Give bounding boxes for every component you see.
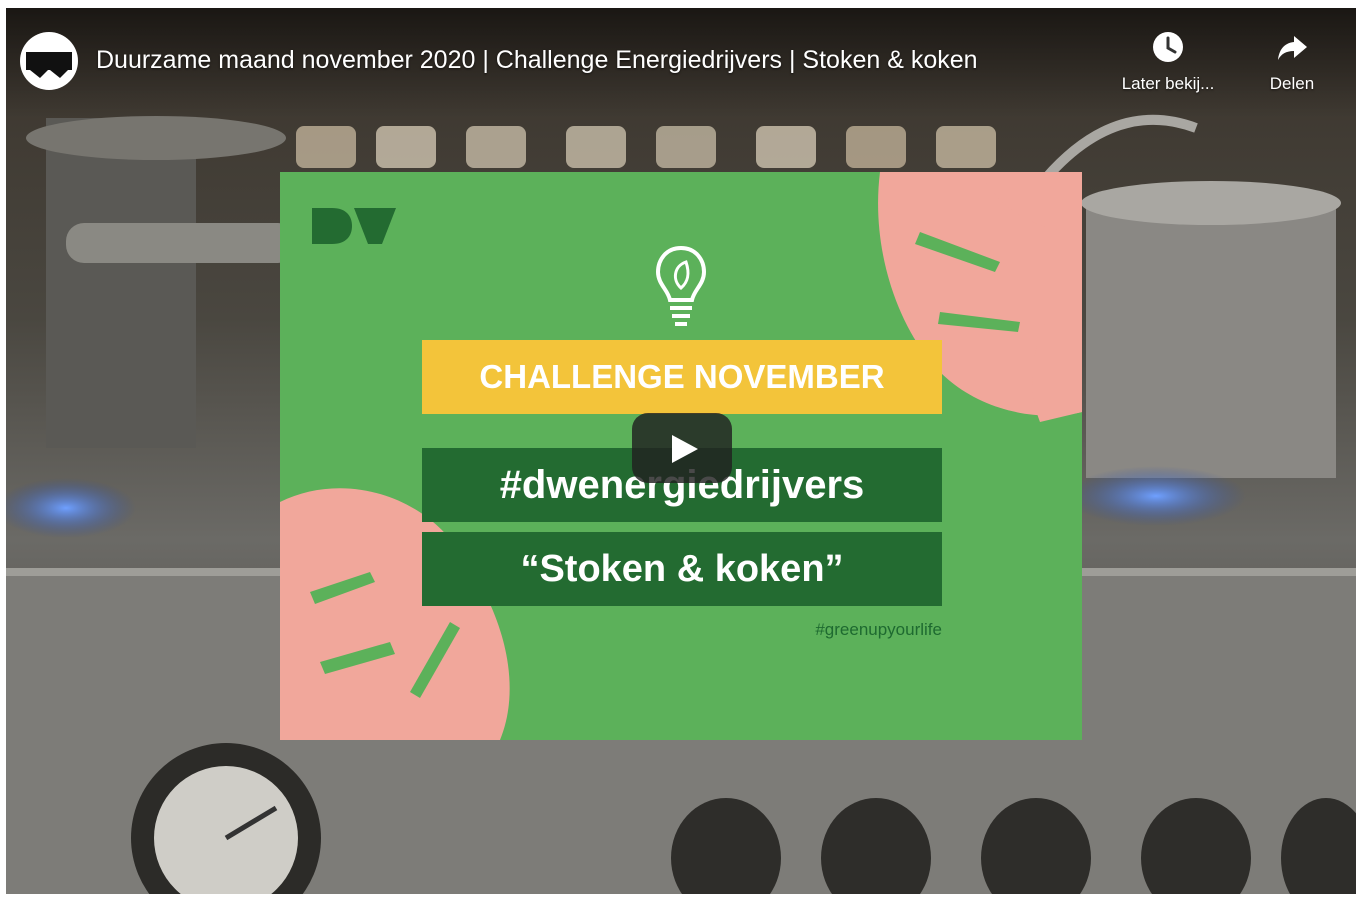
share-arrow-icon <box>1278 36 1307 60</box>
share-button[interactable]: Delen <box>1256 30 1328 94</box>
play-button[interactable] <box>632 413 732 483</box>
channel-avatar[interactable] <box>20 32 78 90</box>
challenge-banner: CHALLENGE NOVEMBER <box>422 340 942 414</box>
play-icon <box>672 435 698 463</box>
share-label: Delen <box>1269 74 1315 93</box>
subtitle-banner: “Stoken & koken” <box>422 532 942 606</box>
lightbulb-leaf-icon <box>655 245 707 326</box>
watch-later-label: Later bekij... <box>1121 74 1215 93</box>
video-title[interactable]: Duurzame maand november 2020 | Challenge… <box>96 46 978 75</box>
dw-logo-icon <box>312 208 396 244</box>
clock-icon <box>1153 32 1183 62</box>
video-player[interactable]: Duurzame maand november 2020 | Challenge… <box>6 8 1356 894</box>
secondary-hashtag: #greenupyourlife <box>815 620 942 639</box>
dw-channel-logo-icon <box>26 52 72 78</box>
watch-later-button[interactable]: Later bekij... <box>1108 30 1228 94</box>
